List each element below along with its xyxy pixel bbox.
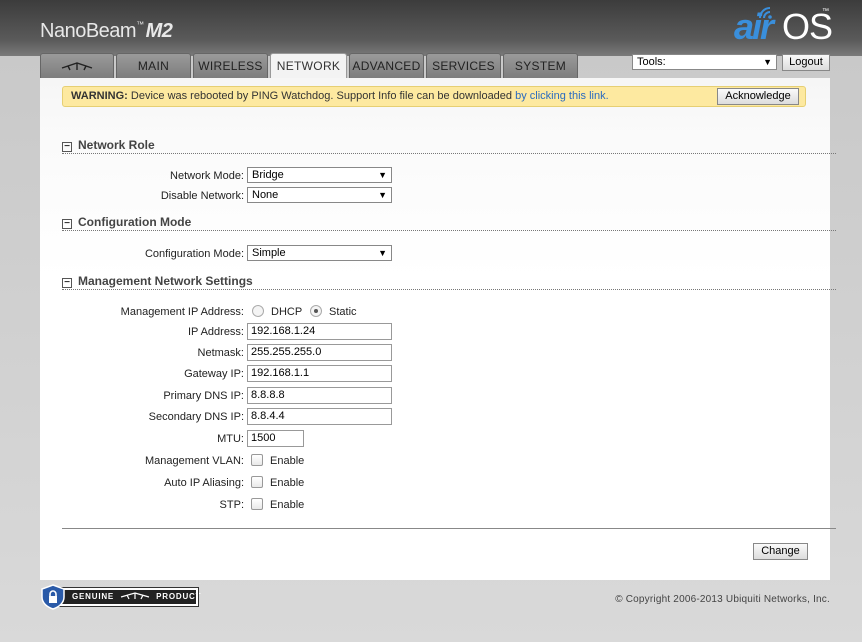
lock-shield-icon xyxy=(41,584,65,610)
disable-network-label: Disable Network: xyxy=(160,190,244,202)
section-title-management: Management Network Settings xyxy=(78,274,253,288)
genuine-product-badge: GENUINE PRODUCT xyxy=(40,584,200,610)
disable-network-row: Disable Network: None ▼ xyxy=(40,187,830,205)
warning-text: Device was rebooted by PING Watchdog. Su… xyxy=(127,90,516,102)
copyright-text: © Copyright 2006-2013 Ubiquiti Networks,… xyxy=(615,594,830,605)
network-settings-panel: WARNING: Device was rebooted by PING Wat… xyxy=(40,78,836,580)
ubiquiti-logo-icon xyxy=(61,62,93,71)
gateway-row: Gateway IP: 192.168.1.1 xyxy=(40,365,830,383)
configuration-mode-label: Configuration Mode: xyxy=(144,248,244,260)
management-ip-mode-row: Management IP Address: DHCP Static xyxy=(40,303,830,321)
section-network-role: − Network Role xyxy=(62,138,836,154)
gateway-label: Gateway IP: xyxy=(184,368,244,380)
ip-address-label: IP Address: xyxy=(187,326,244,338)
genuine-product-bar: GENUINE PRODUCT xyxy=(57,587,200,607)
product-name: NanoBeam™ M2 xyxy=(40,20,173,42)
stp-row: STP: Enable xyxy=(40,496,830,514)
dropdown-arrow-icon: ▼ xyxy=(378,190,387,200)
support-info-link[interactable]: by clicking this link. xyxy=(515,90,609,102)
ip-address-field[interactable]: 192.168.1.24 xyxy=(247,323,392,340)
mtu-row: MTU: 1500 xyxy=(40,430,830,448)
static-label: Static xyxy=(329,306,357,318)
auto-ip-aliasing-label: Auto IP Aliasing: xyxy=(164,477,244,489)
change-button[interactable]: Change xyxy=(753,543,808,560)
dhcp-label: DHCP xyxy=(271,306,303,318)
warning-prefix: WARNING: xyxy=(71,90,128,102)
tools-dropdown-value: Tools: xyxy=(637,56,666,68)
section-title-network-role: Network Role xyxy=(78,138,155,152)
netmask-row: Netmask: 255.255.255.0 xyxy=(40,344,830,362)
stp-checkbox[interactable] xyxy=(251,498,263,510)
dropdown-arrow-icon: ▼ xyxy=(378,248,387,258)
mtu-label: MTU: xyxy=(217,433,244,445)
section-management-network: − Management Network Settings xyxy=(62,274,836,290)
network-mode-row: Network Mode: Bridge ▼ xyxy=(40,167,830,185)
divider xyxy=(62,528,836,529)
mtu-field[interactable]: 1500 xyxy=(247,430,304,447)
collapse-icon[interactable]: − xyxy=(62,142,72,152)
stp-enable-label: Enable xyxy=(270,499,305,511)
dropdown-arrow-icon: ▼ xyxy=(763,57,772,67)
auto-ip-aliasing-enable-label: Enable xyxy=(270,477,305,489)
management-ip-mode-label: Management IP Address: xyxy=(120,306,244,318)
ubiquiti-logo-icon xyxy=(120,592,150,600)
ip-address-row: IP Address: 192.168.1.24 xyxy=(40,323,830,341)
management-vlan-row: Management VLAN: Enable xyxy=(40,452,830,470)
secondary-dns-row: Secondary DNS IP: 8.8.4.4 xyxy=(40,408,830,426)
auto-ip-aliasing-checkbox[interactable] xyxy=(251,476,263,488)
primary-dns-label: Primary DNS IP: xyxy=(163,390,244,402)
tools-dropdown[interactable]: Tools: ▼ xyxy=(632,54,777,70)
management-vlan-checkbox[interactable] xyxy=(251,454,263,466)
dropdown-arrow-icon: ▼ xyxy=(378,170,387,180)
disable-network-select[interactable]: None ▼ xyxy=(247,187,392,203)
primary-dns-row: Primary DNS IP: 8.8.8.8 xyxy=(40,387,830,405)
configuration-mode-select[interactable]: Simple ▼ xyxy=(247,245,392,261)
netmask-label: Netmask: xyxy=(197,347,244,359)
tab-ubiquiti-home[interactable] xyxy=(40,53,114,78)
tab-system[interactable]: SYSTEM xyxy=(503,53,578,78)
acknowledge-button[interactable]: Acknowledge xyxy=(717,88,799,105)
warning-banner: WARNING: Device was rebooted by PING Wat… xyxy=(62,86,806,107)
secondary-dns-label: Secondary DNS IP: xyxy=(148,411,244,423)
management-vlan-label: Management VLAN: xyxy=(144,455,244,467)
network-mode-select[interactable]: Bridge ▼ xyxy=(247,167,392,183)
netmask-field[interactable]: 255.255.255.0 xyxy=(247,344,392,361)
gateway-field[interactable]: 192.168.1.1 xyxy=(247,365,392,382)
stp-label: STP: xyxy=(219,499,244,511)
collapse-icon[interactable]: − xyxy=(62,278,72,288)
auto-ip-aliasing-row: Auto IP Aliasing: Enable xyxy=(40,474,830,492)
tab-network[interactable]: NETWORK xyxy=(270,53,347,79)
dhcp-radio[interactable] xyxy=(252,305,264,317)
tab-main[interactable]: MAIN xyxy=(116,53,191,78)
airos-logo: air OS ™ xyxy=(732,4,833,47)
logout-button[interactable]: Logout xyxy=(782,54,830,71)
section-configuration-mode: − Configuration Mode xyxy=(62,215,836,231)
management-vlan-enable-label: Enable xyxy=(270,455,305,467)
tab-services[interactable]: SERVICES xyxy=(426,53,501,78)
section-title-configuration-mode: Configuration Mode xyxy=(78,215,192,229)
network-mode-label: Network Mode: xyxy=(170,170,244,182)
tab-advanced[interactable]: ADVANCED xyxy=(349,53,424,78)
collapse-icon[interactable]: − xyxy=(62,219,72,229)
tab-wireless[interactable]: WIRELESS xyxy=(193,53,268,78)
secondary-dns-field[interactable]: 8.8.4.4 xyxy=(247,408,392,425)
configuration-mode-row: Configuration Mode: Simple ▼ xyxy=(40,245,830,263)
primary-dns-field[interactable]: 8.8.8.8 xyxy=(247,387,392,404)
static-radio[interactable] xyxy=(310,305,322,317)
